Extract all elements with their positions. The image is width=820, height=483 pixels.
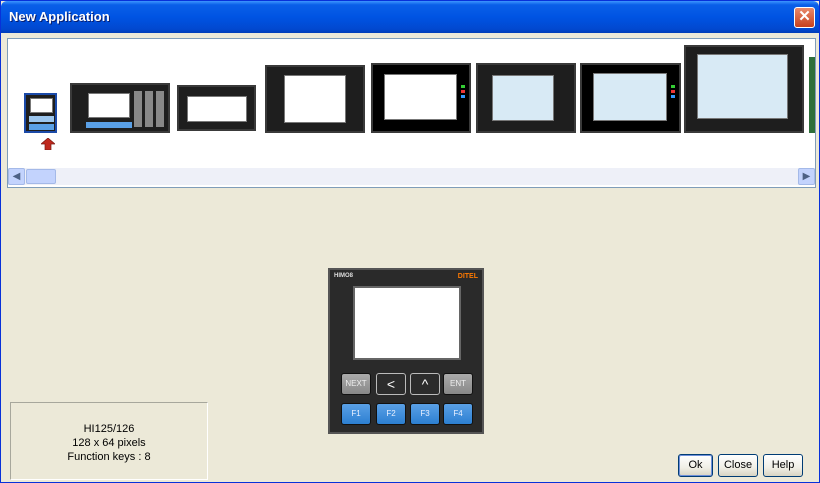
device-screen	[353, 286, 461, 360]
model-thumb-hi125[interactable]	[24, 93, 57, 133]
key-up: ^	[410, 373, 440, 395]
model-thumb-panel-1[interactable]	[265, 65, 365, 133]
device-preview: HIMO8 DITEL NEXT < ^ ENT F1 F2 F3 F4	[328, 268, 484, 434]
key-f4: F4	[443, 403, 473, 425]
scrollbar-thumb[interactable]	[26, 169, 56, 184]
key-next: NEXT	[341, 373, 371, 395]
close-button[interactable]: Close	[718, 454, 758, 477]
model-thumb-panel-5[interactable]	[684, 45, 804, 133]
model-thumb-panel-3[interactable]	[476, 63, 576, 133]
key-f1: F1	[341, 403, 371, 425]
model-thumb-partial[interactable]	[809, 57, 815, 133]
key-f3: F3	[410, 403, 440, 425]
device-model-label: HIMO8	[334, 273, 354, 279]
info-function-keys: Function keys : 8	[67, 451, 151, 463]
key-f2: F2	[376, 403, 406, 425]
key-left: <	[376, 373, 406, 395]
help-button[interactable]: Help	[763, 454, 803, 477]
model-thumb-panel-2[interactable]	[371, 63, 471, 133]
model-thumb-wide[interactable]	[177, 85, 256, 131]
window-title: New Application	[9, 9, 110, 24]
scroll-left-icon[interactable]: ◀	[8, 168, 25, 185]
model-thumb-keypad[interactable]	[70, 83, 170, 133]
key-ent: ENT	[443, 373, 473, 395]
info-model-name: HI125/126	[83, 423, 135, 435]
model-thumb-panel-4[interactable]	[580, 63, 681, 133]
model-info-panel: HI125/126 128 x 64 pixels Function keys …	[10, 402, 208, 480]
horizontal-scrollbar[interactable]: ◀ ▶	[8, 168, 815, 185]
model-gallery: ◀ ▶	[7, 38, 816, 188]
device-brand-logo: DITEL	[457, 273, 478, 280]
info-resolution: 128 x 64 pixels	[72, 437, 146, 449]
selected-arrow-icon	[41, 138, 55, 150]
close-icon[interactable]: ✕	[794, 7, 815, 28]
new-application-dialog: New Application ✕ ◀ ▶ HIMO8 DITEL NEXT <…	[0, 0, 820, 483]
scroll-right-icon[interactable]: ▶	[798, 168, 815, 185]
title-bar: New Application ✕	[1, 1, 819, 33]
ok-button[interactable]: Ok	[678, 454, 713, 477]
